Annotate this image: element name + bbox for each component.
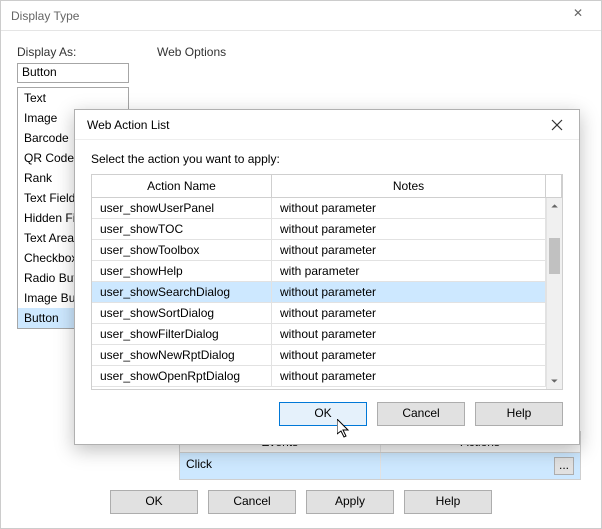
notes-cell: without parameter (272, 282, 546, 302)
table-row[interactable]: user_showOpenRptDialogwithout parameter (92, 366, 546, 387)
events-row[interactable]: Click ... (179, 453, 581, 480)
apply-button[interactable]: Apply (306, 490, 394, 514)
notes-cell: without parameter (272, 366, 546, 386)
action-name-cell: user_showOpenRptDialog (92, 366, 272, 386)
table-row[interactable]: user_showNewRptDialogwithout parameter (92, 345, 546, 366)
notes-cell: without parameter (272, 324, 546, 344)
display-type-window: Display Type ✕ Display As: Web Options B… (0, 0, 602, 529)
scroll-thumb[interactable] (549, 238, 560, 274)
action-name-cell: user_showFilterDialog (92, 324, 272, 344)
help-button[interactable]: Help (404, 490, 492, 514)
display-as-combo[interactable]: Button (17, 63, 129, 83)
modal-cancel-button[interactable]: Cancel (377, 402, 465, 426)
grid-header-notes[interactable]: Notes (272, 175, 546, 197)
table-row[interactable]: user_showFilterDialogwithout parameter (92, 324, 546, 345)
modal-close-button[interactable] (543, 119, 571, 131)
list-item[interactable]: Text (18, 88, 128, 108)
table-row[interactable]: user_showTOCwithout parameter (92, 219, 546, 240)
web-action-list-dialog: Web Action List Select the action you wa… (74, 109, 580, 445)
action-name-cell: user_showToolbox (92, 240, 272, 260)
modal-instruction: Select the action you want to apply: (91, 152, 563, 166)
action-ellipsis-button[interactable]: ... (554, 457, 574, 475)
action-name-cell: user_showSearchDialog (92, 282, 272, 302)
modal-button-bar: OK Cancel Help (91, 390, 563, 438)
notes-cell: without parameter (272, 303, 546, 323)
cancel-button[interactable]: Cancel (208, 490, 296, 514)
scroll-up-arrow[interactable]: ⏶ (547, 198, 562, 214)
vertical-scrollbar[interactable]: ⏶ ⏷ (546, 198, 562, 389)
action-name-cell: user_showNewRptDialog (92, 345, 272, 365)
titlebar: Display Type ✕ (1, 1, 601, 31)
action-name-cell: user_showSortDialog (92, 303, 272, 323)
grid-header-scroll-spacer (546, 175, 562, 197)
scroll-down-arrow[interactable]: ⏷ (547, 373, 562, 389)
web-options-label: Web Options (157, 45, 226, 59)
ok-button[interactable]: OK (110, 490, 198, 514)
window-close-button[interactable]: ✕ (563, 6, 593, 26)
notes-cell: without parameter (272, 240, 546, 260)
notes-cell: without parameter (272, 219, 546, 239)
action-name-cell: user_showTOC (92, 219, 272, 239)
display-as-value: Button (22, 65, 57, 79)
modal-title: Web Action List (87, 118, 170, 132)
modal-help-button[interactable]: Help (475, 402, 563, 426)
action-name-cell: user_showHelp (92, 261, 272, 281)
display-as-label: Display As: (17, 45, 157, 59)
grid-header-action[interactable]: Action Name (92, 175, 272, 197)
action-name-cell: user_showUserPanel (92, 198, 272, 218)
action-grid: Action Name Notes user_showUserPanelwith… (91, 174, 563, 390)
table-row[interactable]: user_showSearchDialogwithout parameter (92, 282, 546, 303)
action-cell: ... (381, 453, 581, 479)
notes-cell: without parameter (272, 345, 546, 365)
event-cell: Click (180, 453, 381, 479)
table-row[interactable]: user_showToolboxwithout parameter (92, 240, 546, 261)
notes-cell: without parameter (272, 198, 546, 218)
grid-rows: user_showUserPanelwithout parameteruser_… (92, 198, 546, 389)
table-row[interactable]: user_showUserPanelwithout parameter (92, 198, 546, 219)
modal-titlebar: Web Action List (75, 110, 579, 140)
window-title: Display Type (11, 9, 79, 23)
main-button-bar: OK Cancel Apply Help (1, 490, 601, 514)
table-row[interactable]: user_showSortDialogwithout parameter (92, 303, 546, 324)
notes-cell: with parameter (272, 261, 546, 281)
table-row[interactable]: user_showHelpwith parameter (92, 261, 546, 282)
modal-ok-button[interactable]: OK (279, 402, 367, 426)
